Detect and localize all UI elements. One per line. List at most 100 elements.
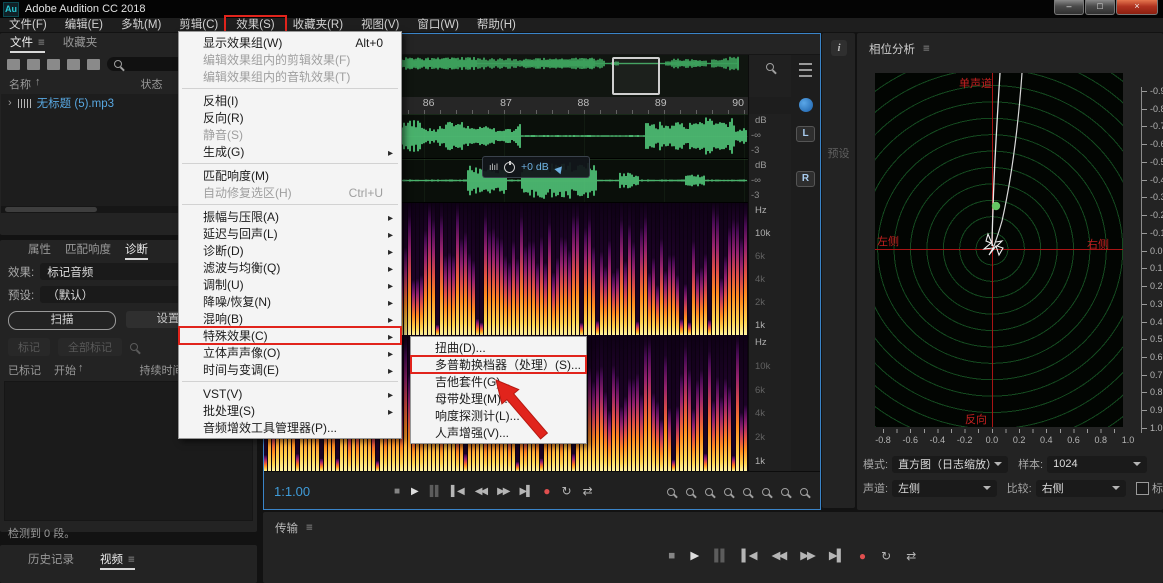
panel-menu-icon[interactable]: ≡ — [128, 550, 135, 570]
minimize-button[interactable]: – — [1054, 0, 1084, 15]
menubar-item[interactable]: 帮助(H) — [468, 18, 525, 32]
close-button[interactable]: × — [1116, 0, 1158, 15]
zoom-tool-button[interactable] — [724, 483, 732, 501]
transport-button[interactable] — [475, 487, 486, 497]
zoom-tool-button[interactable] — [781, 483, 789, 501]
gain-knob-icon[interactable] — [504, 162, 515, 173]
transport-button[interactable] — [430, 487, 440, 497]
menu-item[interactable]: 编辑效果组内的音轨效果(T) — [179, 68, 401, 85]
column-duration[interactable]: 持续时间 — [140, 362, 184, 378]
menu-item[interactable]: 特殊效果(C) — [179, 327, 401, 344]
sample-select[interactable]: 1024 — [1047, 456, 1147, 473]
menu-item[interactable]: 降噪/恢复(N) — [179, 293, 401, 310]
menu-item[interactable]: 反向(R) — [179, 109, 401, 126]
menu-item[interactable]: 调制(U) — [179, 276, 401, 293]
filter-search-icon[interactable] — [130, 343, 138, 351]
right-channel-badge[interactable]: R — [796, 171, 815, 187]
toolbar-icon[interactable] — [47, 59, 60, 70]
info-icon[interactable]: i — [831, 40, 847, 56]
menubar-item[interactable]: 效果(S) — [227, 18, 283, 32]
transport-button[interactable] — [829, 551, 844, 563]
toolbar-icon[interactable] — [7, 59, 20, 70]
transport-button[interactable] — [690, 551, 699, 563]
maximize-button[interactable]: □ — [1085, 0, 1115, 15]
menu-item[interactable]: VST(V) — [179, 385, 401, 402]
normalize-checkbox[interactable] — [1136, 482, 1149, 495]
transport-button[interactable] — [668, 551, 675, 563]
menu-item[interactable]: 生成(G) — [179, 143, 401, 160]
tab-properties[interactable]: 属性 — [28, 240, 51, 260]
column-start[interactable]: 开始 — [54, 362, 76, 378]
menubar-item[interactable]: 窗口(W) — [408, 18, 468, 32]
toolbar-icon[interactable] — [27, 59, 40, 70]
panel-menu-icon[interactable]: ≡ — [306, 522, 313, 534]
menu-item[interactable]: 反相(I) — [179, 92, 401, 109]
transport-button[interactable] — [741, 551, 756, 563]
toolbar-icon[interactable] — [67, 59, 80, 70]
zoom-tool-button[interactable] — [705, 483, 713, 501]
transport-button[interactable] — [583, 485, 593, 498]
transport-button[interactable] — [543, 485, 550, 498]
tab-diagnostics[interactable]: 诊断 — [125, 240, 148, 260]
menu-item[interactable]: 编辑效果组内的剪辑效果(F) — [179, 51, 401, 68]
transport-button[interactable] — [881, 550, 891, 564]
expand-chevron-icon[interactable]: › — [8, 97, 12, 109]
menu-item[interactable]: 时间与变调(E) — [179, 361, 401, 378]
left-channel-badge[interactable]: L — [796, 126, 815, 142]
transport-button[interactable] — [906, 550, 916, 564]
menu-item[interactable]: 延迟与回声(L) — [179, 225, 401, 242]
zoom-level[interactable]: 1:1.00 — [274, 484, 336, 499]
menu-item[interactable]: 显示效果组(W) Alt+0 — [179, 34, 401, 51]
zoom-tool-button[interactable] — [686, 483, 694, 501]
transport-button[interactable] — [859, 550, 866, 564]
transport-button[interactable] — [562, 485, 572, 498]
menu-item[interactable]: 振幅与压限(A) — [179, 208, 401, 225]
transport-button[interactable] — [394, 487, 400, 497]
menubar-item[interactable]: 多轨(M) — [112, 18, 170, 32]
zoom-navigator-icon[interactable] — [766, 63, 774, 71]
submenu-item[interactable]: 扭曲(D)... — [411, 339, 586, 356]
menu-item[interactable] — [179, 201, 401, 208]
menu-item[interactable]: 批处理(S) — [179, 402, 401, 419]
menu-item[interactable]: 音频增效工具管理器(P)... — [179, 419, 401, 436]
menu-item[interactable]: 混响(B) — [179, 310, 401, 327]
transport-button[interactable] — [714, 551, 726, 563]
column-status[interactable]: 状态 — [141, 76, 163, 92]
tab-video[interactable]: 视频 ≡ — [100, 550, 135, 570]
panel-options-icon[interactable] — [799, 63, 812, 77]
zoom-tool-button[interactable] — [762, 483, 770, 501]
tab-history[interactable]: 历史记录 — [28, 550, 74, 570]
menubar-item[interactable]: 编辑(E) — [56, 18, 112, 32]
menu-item[interactable]: 立体声声像(O) — [179, 344, 401, 361]
transport-button[interactable] — [771, 551, 785, 563]
collapsed-preset-label[interactable]: 预设 — [822, 145, 855, 161]
transport-button[interactable] — [497, 487, 508, 497]
panel-menu-icon[interactable]: ≡ — [923, 43, 930, 55]
mark-all-button[interactable]: 全部标记 — [58, 338, 122, 356]
tab-files[interactable]: 文件 ≡ — [10, 33, 45, 53]
gain-hud[interactable]: ılıl +0 dB — [482, 156, 590, 178]
pin-icon[interactable] — [554, 160, 567, 174]
compare-select[interactable]: 右侧 — [1036, 480, 1126, 497]
column-marked[interactable]: 已标记 — [8, 362, 54, 378]
zoom-tool-button[interactable] — [667, 483, 675, 501]
menu-item[interactable]: 静音(S) — [179, 126, 401, 143]
transport-button[interactable] — [800, 551, 814, 563]
mark-button[interactable]: 标记 — [8, 338, 50, 356]
transport-button[interactable] — [451, 487, 464, 497]
menu-item[interactable] — [179, 378, 401, 385]
monitor-icon[interactable] — [799, 98, 813, 112]
transport-button[interactable] — [411, 487, 419, 497]
transport-button[interactable] — [519, 487, 532, 497]
gain-value[interactable]: +0 dB — [521, 161, 549, 173]
submenu-item[interactable]: 多普勒换档器（处理）(S)... — [411, 356, 586, 373]
phase-scope[interactable]: 单声道 左侧 右侧 反向 — [875, 73, 1123, 427]
menu-item[interactable] — [179, 85, 401, 92]
tab-match-loudness[interactable]: 匹配响度 — [65, 240, 111, 260]
menubar-item[interactable]: 收藏夹(R) — [284, 18, 352, 32]
mode-select[interactable]: 直方图（日志缩放） — [892, 456, 1008, 473]
column-name[interactable]: 名称 — [9, 76, 31, 92]
menubar-item[interactable]: 剪辑(C) — [170, 18, 227, 32]
menu-item[interactable]: 滤波与均衡(Q) — [179, 259, 401, 276]
scan-button[interactable]: 扫描 — [8, 311, 116, 330]
